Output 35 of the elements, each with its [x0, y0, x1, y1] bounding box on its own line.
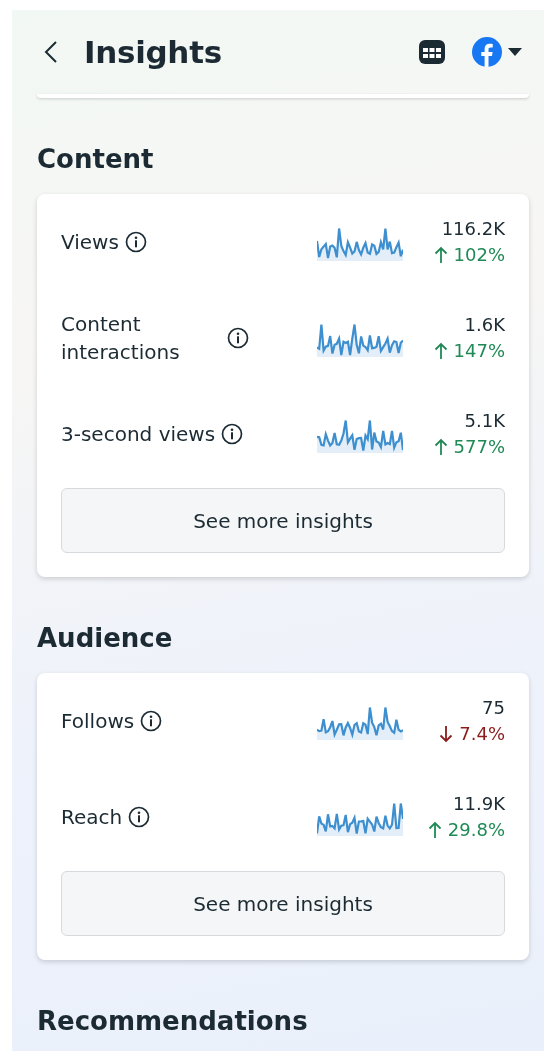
info-icon[interactable]: [221, 423, 244, 445]
info-icon[interactable]: [227, 327, 249, 349]
section-title: Content: [36, 143, 155, 176]
up-arrow-icon: [427, 821, 442, 839]
up-arrow-icon: [433, 342, 448, 360]
page-title: Insights: [84, 34, 223, 70]
up-arrow-icon: [433, 438, 448, 456]
metric-value: 116.2K: [441, 217, 505, 241]
info-icon[interactable]: [140, 710, 163, 732]
up-arrow-icon: [433, 246, 448, 264]
metric-change: 147%: [453, 339, 505, 363]
back-button[interactable]: [44, 40, 58, 64]
metric-value: 75: [482, 696, 505, 720]
metric-change: 7.4%: [459, 722, 505, 746]
metric-value: 5.1K: [464, 409, 505, 433]
metric-label: Reach: [61, 804, 123, 831]
account-switcher[interactable]: [472, 37, 522, 67]
metric-label: Follows: [61, 708, 135, 735]
metric-change: 29.8%: [447, 818, 505, 842]
metric-label: 3-second views: [61, 421, 216, 448]
down-arrow-icon: [439, 725, 454, 743]
info-icon[interactable]: [128, 806, 151, 828]
metric-label: Views: [61, 229, 119, 256]
see-more-button[interactable]: See more insights: [61, 871, 505, 936]
see-more-button[interactable]: See more insights: [61, 488, 505, 553]
metric-label: Content interactions: [61, 311, 181, 366]
table-icon[interactable]: [418, 39, 446, 65]
metric-value: 11.9K: [453, 792, 505, 816]
metric-change: 577%: [453, 435, 505, 459]
info-icon[interactable]: [124, 231, 147, 253]
metric-change: 102%: [453, 243, 505, 267]
section-title: Audience: [36, 622, 174, 655]
caret-icon[interactable]: [508, 48, 522, 56]
metric-value: 1.6K: [464, 313, 505, 337]
section-title: Recommendations: [36, 1005, 309, 1038]
